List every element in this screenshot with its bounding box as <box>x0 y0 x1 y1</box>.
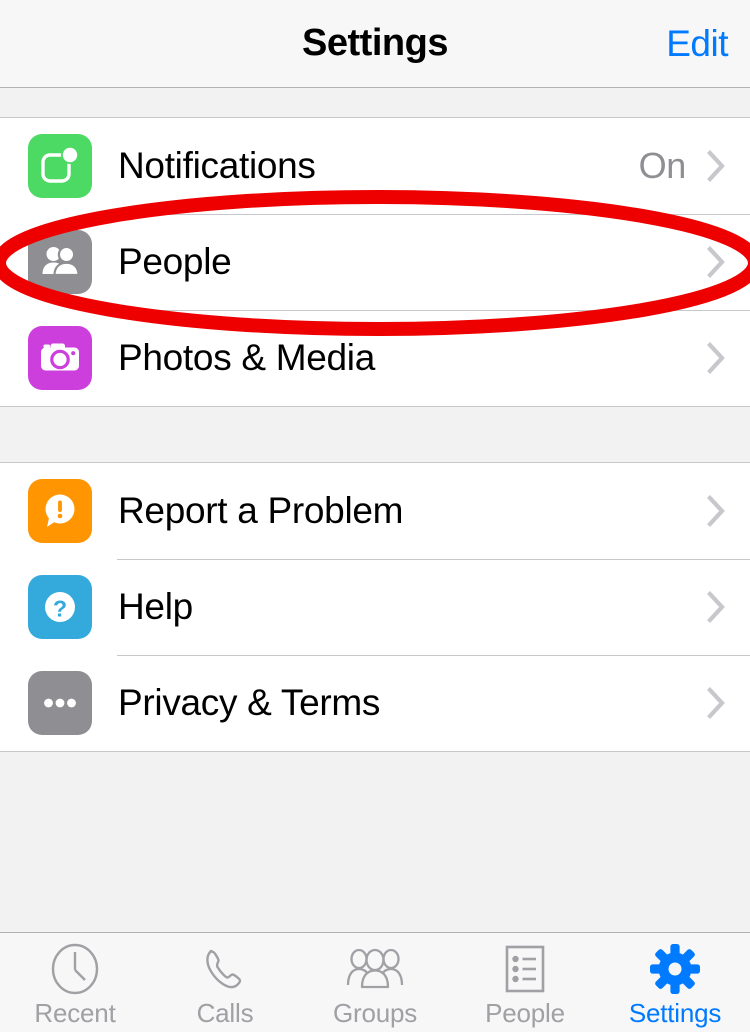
tab-bar: Recent Calls Groups People Settings <box>0 932 750 1032</box>
exclamation-bubble-icon <box>28 479 92 543</box>
groups-icon <box>344 942 406 996</box>
tab-label: People <box>485 998 565 1028</box>
settings-row-label: Privacy & Terms <box>118 682 381 723</box>
notifications-badge-icon <box>28 134 92 198</box>
people-group-icon <box>28 230 92 294</box>
page-title: Settings <box>302 22 448 64</box>
list-page-icon <box>500 942 550 996</box>
settings-row-label: Photos & Media <box>118 337 376 378</box>
tab-label: Recent <box>34 998 116 1028</box>
settings-group-support: Report a Problem ? Help Privacy & Terms <box>0 462 750 752</box>
camera-icon <box>28 326 92 390</box>
tab-calls[interactable]: Calls <box>150 933 300 1032</box>
gear-icon <box>647 942 703 996</box>
settings-row-privacy-terms[interactable]: Privacy & Terms <box>0 655 750 751</box>
settings-row-people[interactable]: People <box>0 214 750 310</box>
tab-label: Calls <box>196 998 254 1028</box>
ellipsis-icon <box>28 671 92 735</box>
phone-icon <box>198 942 252 996</box>
settings-row-photos-media[interactable]: Photos & Media <box>0 310 750 406</box>
chevron-right-icon <box>706 492 728 530</box>
settings-row-report-a-problem[interactable]: Report a Problem <box>0 463 750 559</box>
notifications-value: On <box>638 145 687 186</box>
tab-label: Groups <box>332 998 418 1028</box>
chevron-right-icon <box>706 147 728 185</box>
settings-screen: Settings Edit Notifications On People Ph… <box>0 0 750 1032</box>
chevron-right-icon <box>706 243 728 281</box>
tab-groups[interactable]: Groups <box>300 933 450 1032</box>
settings-row-label: People <box>118 241 232 282</box>
settings-row-label: Report a Problem <box>118 490 404 531</box>
edit-button[interactable]: Edit <box>666 23 728 65</box>
tab-recent[interactable]: Recent <box>0 933 150 1032</box>
settings-row-help[interactable]: ? Help <box>0 559 750 655</box>
question-mark-icon: ? <box>28 575 92 639</box>
tab-settings[interactable]: Settings <box>600 933 750 1032</box>
navigation-bar: Settings Edit <box>0 0 750 88</box>
tab-people[interactable]: People <box>450 933 600 1032</box>
svg-text:?: ? <box>53 596 67 622</box>
settings-row-label: Notifications <box>118 145 316 186</box>
chevron-right-icon <box>706 684 728 722</box>
clock-icon <box>48 942 102 996</box>
settings-row-label: Help <box>118 586 193 627</box>
settings-row-notifications[interactable]: Notifications On <box>0 118 750 214</box>
tab-label: Settings <box>628 998 722 1028</box>
settings-group-primary: Notifications On People Photos & Media <box>0 117 750 407</box>
chevron-right-icon <box>706 339 728 377</box>
chevron-right-icon <box>706 588 728 626</box>
